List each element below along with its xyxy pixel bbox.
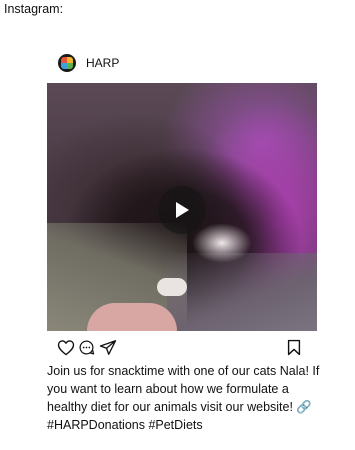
instagram-post: HARP (47, 48, 317, 363)
play-icon (176, 202, 189, 218)
post-header: HARP (47, 48, 317, 78)
avatar[interactable] (58, 54, 76, 72)
username[interactable]: HARP (86, 56, 119, 70)
send-icon (99, 340, 117, 355)
post-caption: Join us for snacktime with one of our ca… (47, 364, 320, 432)
section-heading: Instagram: (4, 2, 64, 16)
post-video[interactable] (47, 83, 317, 331)
comment-icon (79, 340, 95, 355)
heart-icon (57, 340, 75, 356)
bookmark-icon (287, 339, 301, 356)
like-button[interactable] (57, 339, 75, 356)
play-button[interactable] (158, 186, 206, 234)
save-button[interactable] (287, 339, 301, 356)
share-button[interactable] (99, 339, 117, 356)
post-actions (47, 335, 317, 363)
comment-button[interactable] (78, 339, 95, 356)
